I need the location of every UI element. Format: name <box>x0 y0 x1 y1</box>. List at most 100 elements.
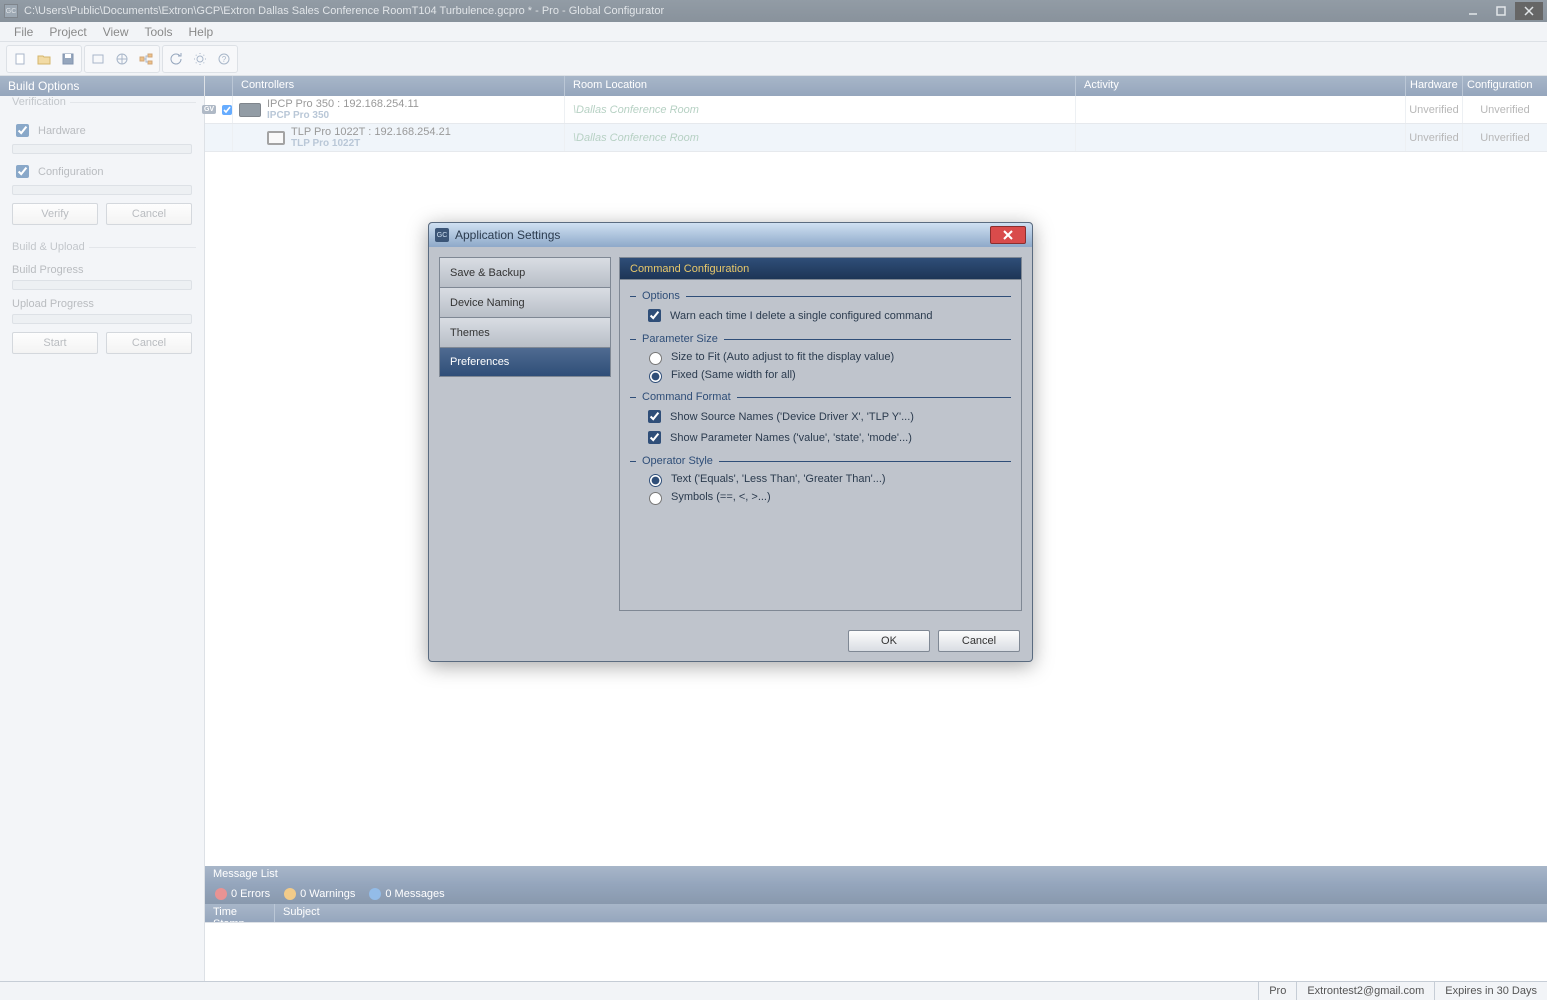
error-icon <box>215 888 227 900</box>
warn-delete-checkbox[interactable] <box>648 309 661 322</box>
window-title: C:\Users\Public\Documents\Extron\GCP\Ext… <box>24 5 1459 17</box>
controller-icon <box>239 103 261 117</box>
refresh-icon[interactable] <box>165 48 187 70</box>
topology-icon[interactable] <box>135 48 157 70</box>
errors-tab[interactable]: 0 Errors <box>209 888 276 900</box>
upload-progress <box>12 314 192 324</box>
menu-file[interactable]: File <box>6 25 41 39</box>
controller-model: IPCP Pro 350 <box>267 110 419 121</box>
menu-project[interactable]: Project <box>41 25 94 39</box>
save-icon[interactable] <box>57 48 79 70</box>
dialog-close-button[interactable] <box>990 226 1026 244</box>
window-icon[interactable] <box>87 48 109 70</box>
show-param-label: Show Parameter Names ('value', 'state', … <box>670 432 912 444</box>
operator-symbols-radio[interactable] <box>649 492 662 505</box>
svg-text:?: ? <box>222 55 227 64</box>
hardware-checkbox[interactable] <box>16 124 29 137</box>
room-location: \Dallas Conference Room <box>565 124 1076 151</box>
nav-themes[interactable]: Themes <box>439 317 611 347</box>
verify-cancel-button[interactable]: Cancel <box>106 203 192 225</box>
col-timestamp: Time Stamp <box>205 904 275 922</box>
build-progress <box>12 280 192 290</box>
show-source-checkbox[interactable] <box>648 410 661 423</box>
toolbar: ? <box>0 42 1547 76</box>
verify-button[interactable]: Verify <box>12 203 98 225</box>
show-source-label: Show Source Names ('Device Driver X', 'T… <box>670 411 914 423</box>
build-options-title: Build Options <box>0 76 204 96</box>
cancel-button[interactable]: Cancel <box>938 630 1020 652</box>
configuration-label: Configuration <box>38 166 103 178</box>
dialog-content-header: Command Configuration <box>619 257 1022 279</box>
dialog-nav: Save & Backup Device Naming Themes Prefe… <box>439 257 611 611</box>
dialog-app-icon: GC <box>435 228 449 242</box>
operator-text-radio[interactable] <box>649 474 662 487</box>
menu-bar: File Project View Tools Help <box>0 22 1547 42</box>
gv-badge: GV <box>202 105 216 114</box>
warnings-tab[interactable]: 0 Warnings <box>278 888 361 900</box>
hardware-progress <box>12 144 192 154</box>
start-button[interactable]: Start <box>12 332 98 354</box>
help-icon[interactable]: ? <box>213 48 235 70</box>
close-button[interactable] <box>1515 2 1543 20</box>
group-options-title: Options <box>642 290 680 302</box>
menu-help[interactable]: Help <box>181 25 222 39</box>
messages-tab[interactable]: 0 Messages <box>363 888 450 900</box>
controller-name: IPCP Pro 350 : 192.168.254.11 <box>267 99 419 110</box>
configuration-status: Unverified <box>1463 124 1547 151</box>
col-hardware: Hardware <box>1406 76 1463 96</box>
fixed-label: Fixed (Same width for all) <box>671 369 796 381</box>
configuration-checkbox[interactable] <box>16 165 29 178</box>
col-subject: Subject <box>275 904 1547 922</box>
controller-model: TLP Pro 1022T <box>291 138 451 149</box>
col-controllers: Controllers <box>233 76 565 96</box>
build-upload-legend: Build & Upload <box>8 241 89 253</box>
hardware-label: Hardware <box>38 125 86 137</box>
globe-icon[interactable] <box>111 48 133 70</box>
col-room: Room Location <box>565 76 1076 96</box>
group-command-format-title: Command Format <box>642 391 731 403</box>
warn-delete-label: Warn each time I delete a single configu… <box>670 310 933 322</box>
fixed-radio[interactable] <box>649 370 662 383</box>
row-checkbox[interactable] <box>222 105 232 115</box>
app-icon: GC <box>4 4 18 18</box>
configuration-status: Unverified <box>1463 96 1547 123</box>
verification-legend: Verification <box>8 96 70 108</box>
message-list-title: Message List <box>205 866 1547 884</box>
nav-preferences[interactable]: Preferences <box>439 347 611 377</box>
configuration-progress <box>12 185 192 195</box>
open-icon[interactable] <box>33 48 55 70</box>
gear-icon[interactable] <box>189 48 211 70</box>
room-location: \Dallas Conference Room <box>565 96 1076 123</box>
touchpanel-icon <box>267 131 285 145</box>
title-bar: GC C:\Users\Public\Documents\Extron\GCP\… <box>0 0 1547 22</box>
upload-progress-label: Upload Progress <box>12 298 192 310</box>
info-icon <box>369 888 381 900</box>
ok-button[interactable]: OK <box>848 630 930 652</box>
nav-save-backup[interactable]: Save & Backup <box>439 257 611 287</box>
minimize-button[interactable] <box>1459 2 1487 20</box>
dialog-title: Application Settings <box>455 228 984 242</box>
show-param-checkbox[interactable] <box>648 431 661 444</box>
status-expires: Expires in 30 Days <box>1434 982 1547 1000</box>
menu-view[interactable]: View <box>95 25 137 39</box>
hardware-status: Unverified <box>1406 96 1463 123</box>
build-cancel-button[interactable]: Cancel <box>106 332 192 354</box>
build-options-panel: Build Options Verification Hardware Conf… <box>0 76 205 981</box>
menu-tools[interactable]: Tools <box>137 25 181 39</box>
controller-row[interactable]: TLP Pro 1022T : 192.168.254.21 TLP Pro 1… <box>205 124 1547 152</box>
hardware-status: Unverified <box>1406 124 1463 151</box>
controller-name: TLP Pro 1022T : 192.168.254.21 <box>291 127 451 138</box>
controllers-header: Controllers Room Location Activity Hardw… <box>205 76 1547 96</box>
controller-row[interactable]: GV IPCP Pro 350 : 192.168.254.11 IPCP Pr… <box>205 96 1547 124</box>
col-configuration: Configuration <box>1463 76 1547 96</box>
group-operator-style-title: Operator Style <box>642 455 713 467</box>
operator-text-label: Text ('Equals', 'Less Than', 'Greater Th… <box>671 473 886 485</box>
build-progress-label: Build Progress <box>12 264 192 276</box>
maximize-button[interactable] <box>1487 2 1515 20</box>
status-bar: Pro Extrontest2@gmail.com Expires in 30 … <box>0 981 1547 1000</box>
nav-device-naming[interactable]: Device Naming <box>439 287 611 317</box>
status-user: Extrontest2@gmail.com <box>1296 982 1434 1000</box>
size-to-fit-radio[interactable] <box>649 352 662 365</box>
warning-icon <box>284 888 296 900</box>
new-icon[interactable] <box>9 48 31 70</box>
